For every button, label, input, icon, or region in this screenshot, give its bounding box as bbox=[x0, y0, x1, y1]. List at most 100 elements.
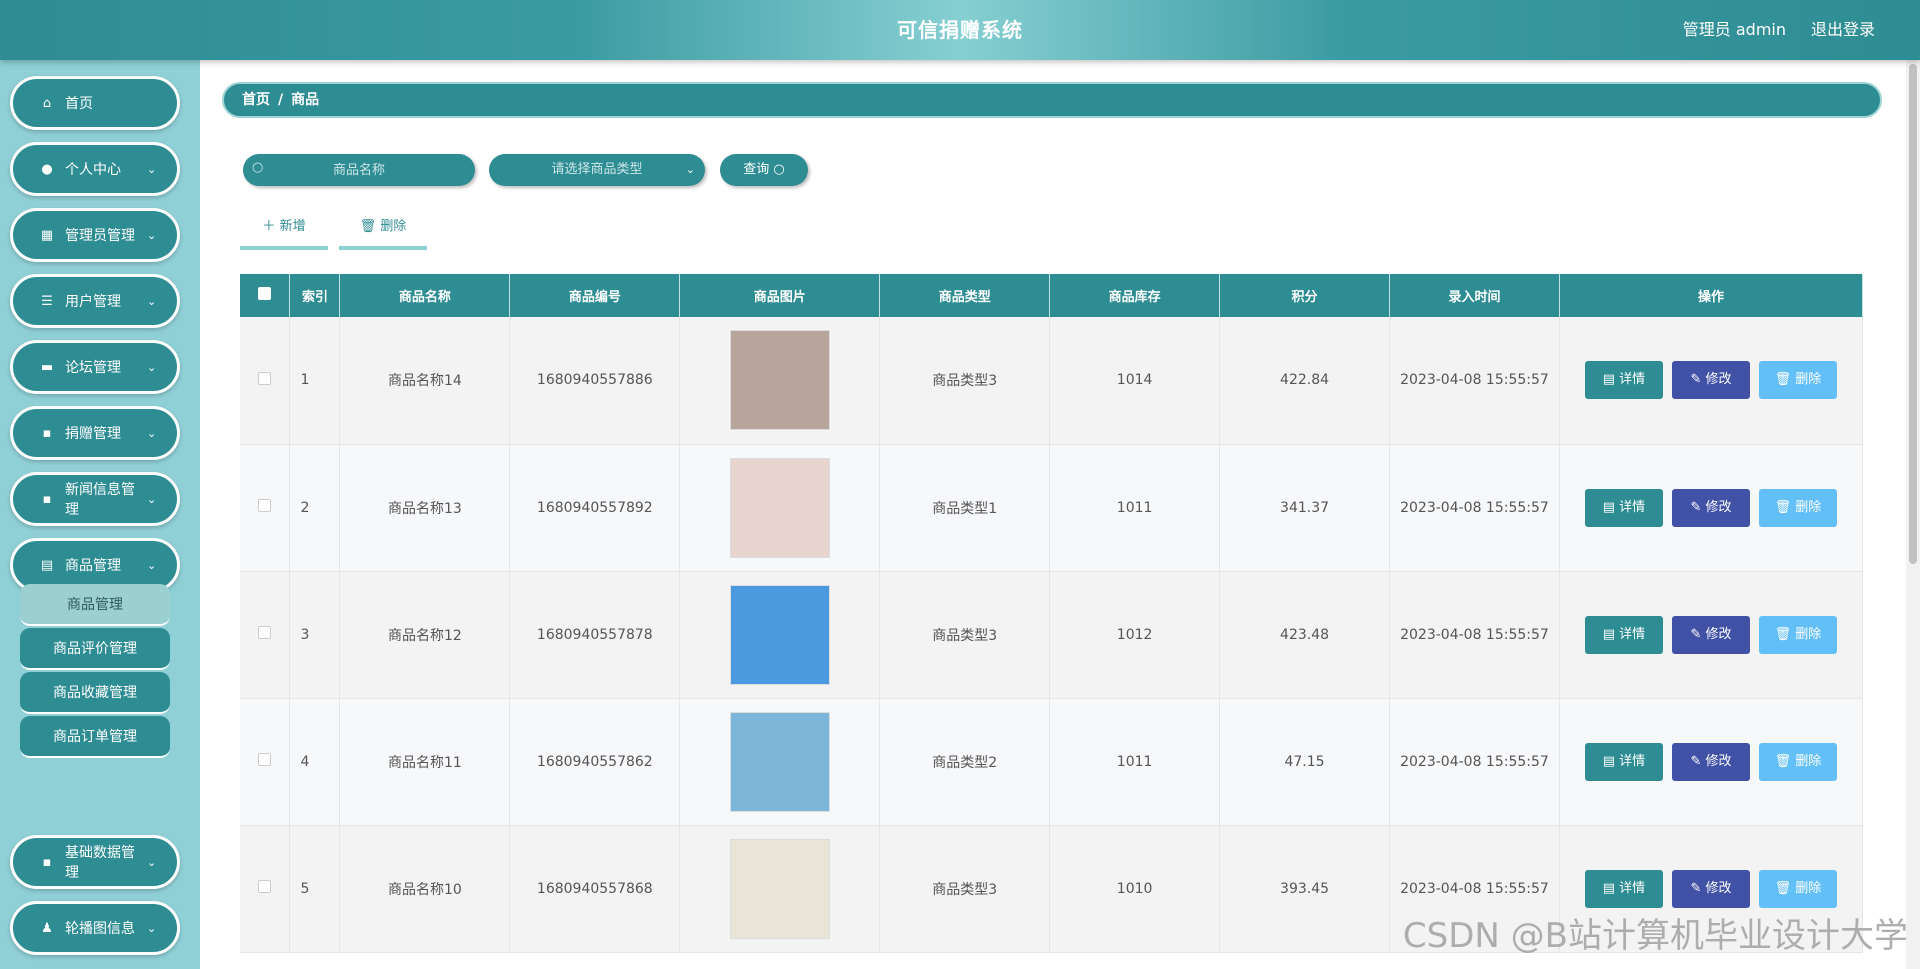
query-button[interactable]: 查询 ○ bbox=[720, 154, 808, 186]
watermark: CSDN @B站计算机毕业设计大学 bbox=[1402, 916, 1908, 956]
edit-button[interactable]: ✎ 修改 bbox=[1671, 361, 1750, 400]
sidebar-item-label: 管理员管理 bbox=[65, 228, 135, 244]
batch-delete-button[interactable]: 🗑 删除 bbox=[339, 214, 427, 250]
cell-type: 商品类型3 bbox=[879, 825, 1051, 953]
detail-button[interactable]: ▤ 详情 bbox=[1584, 361, 1663, 400]
list-icon: ☰ bbox=[41, 293, 53, 309]
cell-points: 423.48 bbox=[1219, 571, 1390, 699]
sidebar-item-label: 轮播图信息 bbox=[65, 921, 135, 937]
edit-button-label: 修改 bbox=[1705, 880, 1732, 896]
cell-image bbox=[679, 444, 881, 572]
sidebar-item-2[interactable]: ▦ 管理员管理 ⌄ bbox=[10, 208, 180, 262]
row-checkbox[interactable] bbox=[258, 626, 272, 639]
trash-icon: 🗑 bbox=[1774, 626, 1796, 642]
row-actions: ▤ 详情 ✎ 修改 🗑 删除 bbox=[1560, 361, 1862, 400]
pencil-icon: ✎ bbox=[1690, 372, 1706, 388]
sidebar-item-8[interactable]: ▪ 基础数据管理 ⌄ bbox=[10, 835, 180, 889]
sidebar-item-1[interactable]: ● 个人中心 ⌄ bbox=[10, 142, 180, 196]
row-checkbox[interactable] bbox=[258, 499, 272, 512]
cell-points: 47.15 bbox=[1219, 698, 1390, 826]
delete-button[interactable]: 🗑 删除 bbox=[1758, 742, 1837, 781]
sidebar-item-6[interactable]: ▪ 新闻信息管理 ⌄ bbox=[10, 472, 180, 526]
row-checkbox-cell bbox=[240, 698, 291, 826]
sidebar-item-label: 个人中心 bbox=[65, 162, 121, 178]
select-all-checkbox[interactable] bbox=[258, 287, 272, 300]
edit-button[interactable]: ✎ 修改 bbox=[1671, 869, 1750, 908]
row-checkbox[interactable] bbox=[258, 753, 272, 766]
delete-button[interactable]: 🗑 删除 bbox=[1758, 488, 1837, 527]
logout-button[interactable]: 退出登录 bbox=[1811, 0, 1875, 60]
edit-button[interactable]: ✎ 修改 bbox=[1671, 615, 1750, 654]
delete-button[interactable]: 🗑 删除 bbox=[1758, 869, 1837, 908]
header-stock: 商品库存 bbox=[1049, 274, 1221, 317]
row-checkbox[interactable] bbox=[258, 880, 272, 893]
submenu-item-2[interactable]: 商品收藏管理 bbox=[20, 672, 170, 714]
product-type-select[interactable]: 请选择商品类型 ⌄ bbox=[489, 154, 705, 186]
edit-button-label: 修改 bbox=[1705, 626, 1732, 642]
current-user: 管理员 admin bbox=[1682, 20, 1786, 39]
sidebar-item-label: 首页 bbox=[65, 96, 93, 112]
sidebar-item-label: 用户管理 bbox=[65, 294, 121, 310]
search-icon: ○ bbox=[252, 160, 264, 175]
delete-button-label: 删除 bbox=[1795, 880, 1822, 896]
submenu-item-3[interactable]: 商品订单管理 bbox=[20, 716, 170, 758]
cell-image bbox=[679, 825, 881, 953]
cell-index: 1 bbox=[289, 317, 341, 445]
add-button[interactable]: ＋ 新增 bbox=[240, 214, 328, 250]
product-image[interactable] bbox=[729, 330, 830, 431]
cell-ops: ▤ 详情 ✎ 修改 🗑 删除 bbox=[1559, 698, 1864, 826]
chevron-down-icon: ⌄ bbox=[147, 426, 157, 440]
delete-button[interactable]: 🗑 删除 bbox=[1758, 361, 1837, 400]
pencil-icon: ✎ bbox=[1690, 753, 1706, 769]
sidebar-item-0[interactable]: ⌂ 首页 bbox=[10, 76, 180, 130]
trash-icon: 🗑 bbox=[359, 219, 381, 234]
pencil-icon: ✎ bbox=[1690, 499, 1706, 515]
sidebar-item-3[interactable]: ☰ 用户管理 ⌄ bbox=[10, 274, 180, 328]
page-scrollbar[interactable] bbox=[1906, 60, 1920, 969]
product-name-search-input[interactable] bbox=[243, 154, 475, 186]
product-image[interactable] bbox=[729, 457, 830, 558]
cell-name: 商品名称10 bbox=[339, 825, 511, 953]
edit-button[interactable]: ✎ 修改 bbox=[1671, 488, 1750, 527]
top-header: 可信捐赠系统 管理员 admin 退出登录 bbox=[0, 0, 1920, 60]
breadcrumb-home[interactable]: 首页 bbox=[242, 92, 270, 108]
product-table: 索引 商品名称 商品编号 商品图片 商品类型 商品库存 积分 录入时间 操作 1… bbox=[240, 274, 1864, 953]
detail-button[interactable]: ▤ 详情 bbox=[1584, 488, 1663, 527]
cell-code: 1680940557878 bbox=[509, 571, 681, 699]
product-image[interactable] bbox=[729, 838, 830, 939]
header-code: 商品编号 bbox=[509, 274, 681, 317]
chevron-down-icon: ⌄ bbox=[147, 294, 157, 308]
detail-button[interactable]: ▤ 详情 bbox=[1584, 869, 1663, 908]
product-image[interactable] bbox=[729, 711, 830, 812]
row-checkbox-cell bbox=[240, 317, 291, 445]
detail-button[interactable]: ▤ 详情 bbox=[1584, 615, 1663, 654]
product-image[interactable] bbox=[729, 584, 830, 685]
delete-button[interactable]: 🗑 删除 bbox=[1758, 615, 1837, 654]
row-checkbox[interactable] bbox=[258, 371, 272, 385]
row-checkbox-cell bbox=[240, 444, 291, 572]
submenu-item-1[interactable]: 商品评价管理 bbox=[20, 628, 170, 670]
cell-code: 1680940557862 bbox=[509, 698, 681, 826]
sidebar-item-9[interactable]: ♟ 轮播图信息 ⌄ bbox=[10, 901, 180, 955]
cell-time: 2023-04-08 15:55:57 bbox=[1389, 317, 1560, 445]
cell-index: 3 bbox=[289, 571, 341, 699]
delete-button-label: 删除 bbox=[1795, 753, 1822, 769]
trash-icon: 🗑 bbox=[1774, 880, 1796, 896]
cell-name: 商品名称14 bbox=[339, 317, 511, 445]
edit-button[interactable]: ✎ 修改 bbox=[1671, 742, 1750, 781]
cell-time: 2023-04-08 15:55:57 bbox=[1389, 444, 1560, 572]
cell-index: 2 bbox=[289, 444, 341, 572]
cell-stock: 1011 bbox=[1049, 444, 1221, 572]
cell-ops: ▤ 详情 ✎ 修改 🗑 删除 bbox=[1559, 444, 1864, 572]
cell-type: 商品类型1 bbox=[879, 444, 1051, 572]
chat-icon: ▬ bbox=[40, 359, 54, 375]
sidebar-item-label: 商品管理 bbox=[65, 558, 121, 574]
table-body: 1 商品名称14 1680940557886 商品类型3 1014 422.84 2023-… bbox=[240, 317, 1864, 953]
grid-icon: ▦ bbox=[40, 227, 54, 243]
sidebar-item-5[interactable]: ▪ 捐赠管理 ⌄ bbox=[10, 406, 180, 460]
submenu-item-0[interactable]: 商品管理 bbox=[20, 584, 170, 626]
document-icon: ▤ bbox=[1602, 753, 1620, 769]
sidebar-item-4[interactable]: ▬ 论坛管理 ⌄ bbox=[10, 340, 180, 394]
detail-button[interactable]: ▤ 详情 bbox=[1584, 742, 1663, 781]
scrollbar-thumb[interactable] bbox=[1909, 64, 1917, 564]
